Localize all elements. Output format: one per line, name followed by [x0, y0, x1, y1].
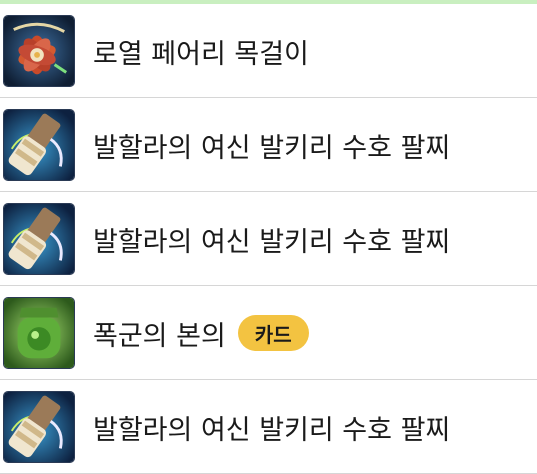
bracelet-icon	[3, 203, 75, 275]
list-item[interactable]: 폭군의 본의 카드	[0, 286, 537, 380]
bracelet-icon	[3, 391, 75, 463]
bracelet-icon	[3, 109, 75, 181]
item-name: 발할라의 여신 발키리 수호 팔찌	[93, 132, 451, 164]
necklace-icon	[3, 15, 75, 87]
list-item[interactable]: 발할라의 여신 발키리 수호 팔찌	[0, 380, 537, 474]
item-name: 로열 페어리 목걸이	[93, 38, 309, 70]
card-badge: 카드	[237, 315, 309, 351]
green-orb-icon	[3, 297, 75, 369]
list-item[interactable]: 발할라의 여신 발키리 수호 팔찌	[0, 192, 537, 286]
item-name: 발할라의 여신 발키리 수호 팔찌	[93, 226, 451, 258]
item-name: 폭군의 본의 카드	[93, 286, 309, 380]
item-list: 로열 페어리 목걸이 발할라의 여신 발키리 수호 팔찌 발할라의 여신 발키리…	[0, 4, 537, 474]
item-name: 발할라의 여신 발키리 수호 팔찌	[93, 414, 451, 446]
list-item[interactable]: 발할라의 여신 발키리 수호 팔찌	[0, 98, 537, 192]
list-item[interactable]: 로열 페어리 목걸이	[0, 4, 537, 98]
